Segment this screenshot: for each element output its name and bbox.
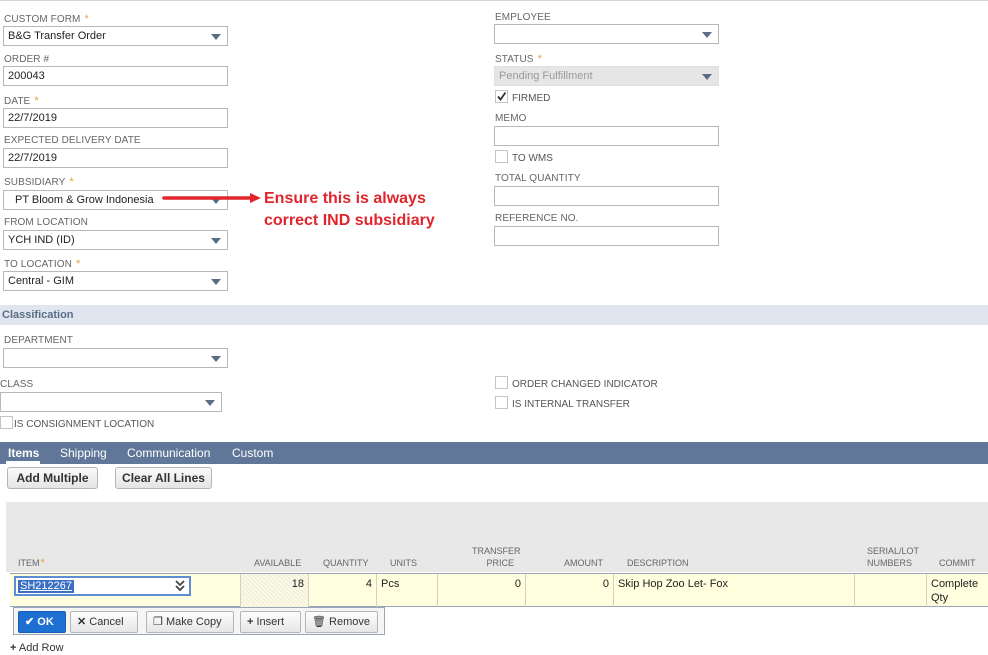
add-row-link[interactable]: + Add Row: [10, 642, 64, 654]
from-location-label: FROM LOCATION: [4, 217, 88, 228]
col-header-amount[interactable]: AMOUNT: [564, 557, 603, 569]
chevron-down-icon: [211, 279, 221, 285]
insert-button[interactable]: + Insert: [240, 611, 301, 633]
total-quantity-field[interactable]: [494, 186, 719, 206]
col-header-commit[interactable]: COMMIT: [939, 557, 976, 569]
col-header-units[interactable]: UNITS: [390, 557, 417, 569]
order-no-label: ORDER #: [4, 54, 50, 65]
order-no-field[interactable]: 200043: [3, 66, 228, 86]
chevron-down-icon: [211, 356, 221, 362]
description-cell[interactable]: Skip Hop Zoo Let- Fox: [614, 574, 855, 607]
chevron-down-icon: [205, 400, 215, 406]
col-header-item[interactable]: ITEM*: [18, 557, 45, 569]
units-cell[interactable]: Pcs: [377, 574, 438, 607]
serial-lot-cell[interactable]: [855, 574, 927, 607]
employee-select[interactable]: [494, 24, 719, 44]
col-header-transfer-price[interactable]: TRANSFER PRICE: [472, 545, 521, 569]
memo-label: MEMO: [495, 113, 527, 124]
add-multiple-button[interactable]: Add Multiple: [7, 467, 98, 489]
firmed-checkbox[interactable]: [495, 90, 508, 103]
row-action-bar: ✔ OK ✕ Cancel ❐ Make Copy + Insert 🗑 Rem…: [13, 607, 385, 635]
consignment-checkbox[interactable]: [0, 416, 13, 429]
amount-cell: 0: [526, 574, 614, 607]
employee-label: EMPLOYEE: [495, 12, 551, 23]
close-icon: ✕: [77, 616, 87, 628]
copy-icon: ❐: [153, 616, 163, 628]
reference-no-label: REFERENCE NO.: [495, 213, 579, 224]
expected-delivery-label: EXPECTED DELIVERY DATE: [4, 135, 141, 146]
classification-section-header[interactable]: Classification: [0, 305, 988, 325]
reference-no-field[interactable]: [494, 226, 719, 246]
col-header-serial-lot[interactable]: SERIAL/LOT NUMBERS: [867, 545, 919, 569]
subsidiary-label: SUBSIDIARY *: [4, 176, 74, 188]
checkmark-icon: [497, 91, 507, 101]
custom-form-label: CUSTOM FORM *: [4, 13, 89, 25]
item-value: SH212267: [18, 580, 74, 593]
clear-all-lines-button[interactable]: Clear All Lines: [115, 467, 212, 489]
chevron-down-icon: [702, 74, 712, 80]
total-quantity-label: TOTAL QUANTITY: [495, 173, 581, 184]
transfer-price-cell[interactable]: 0: [438, 574, 526, 607]
internal-transfer-label: IS INTERNAL TRANSFER: [512, 399, 630, 410]
internal-transfer-checkbox[interactable]: [495, 396, 508, 409]
class-select[interactable]: [0, 392, 222, 412]
firmed-label: FIRMED: [512, 93, 551, 104]
chevron-down-icon: [211, 34, 221, 40]
custom-form-select[interactable]: B&G Transfer Order: [3, 26, 228, 46]
available-cell: 18: [241, 574, 309, 607]
item-input[interactable]: SH212267: [14, 576, 191, 596]
commit-cell[interactable]: Complete Qty: [927, 574, 988, 607]
class-label: CLASS: [0, 379, 34, 390]
status-label: STATUS *: [495, 53, 542, 65]
to-wms-label: TO WMS: [512, 153, 553, 164]
order-changed-label: ORDER CHANGED INDICATOR: [512, 379, 658, 390]
department-select[interactable]: [3, 348, 228, 368]
cancel-button[interactable]: ✕ Cancel: [70, 611, 138, 633]
tab-shipping[interactable]: Shipping: [60, 446, 107, 460]
date-field[interactable]: 22/7/2019: [3, 108, 228, 128]
col-header-available[interactable]: AVAILABLE: [254, 557, 301, 569]
plus-icon: +: [247, 616, 254, 628]
to-location-label: TO LOCATION *: [4, 258, 81, 270]
make-copy-button[interactable]: ❐ Make Copy: [146, 611, 234, 633]
chevron-down-icon: [702, 32, 712, 38]
tab-communication[interactable]: Communication: [127, 446, 210, 460]
to-location-select[interactable]: Central - GIM: [3, 271, 228, 291]
from-location-select[interactable]: YCH IND (ID): [3, 230, 228, 250]
annotation-arrow-icon: [162, 193, 261, 203]
status-select: Pending Fulfillment: [494, 66, 719, 86]
date-label: DATE *: [4, 95, 39, 107]
col-header-quantity[interactable]: QUANTITY: [323, 557, 369, 569]
consignment-label: IS CONSIGNMENT LOCATION: [14, 419, 155, 430]
double-chevron-down-icon[interactable]: [175, 580, 185, 592]
active-tab-indicator: [6, 461, 40, 464]
quantity-cell[interactable]: 4: [309, 574, 377, 607]
section-title: Classification: [2, 309, 74, 321]
annotation-note: Ensure this is always correct IND subsid…: [264, 190, 435, 229]
department-label: DEPARTMENT: [4, 335, 73, 346]
to-wms-checkbox[interactable]: [495, 150, 508, 163]
chevron-down-icon: [211, 238, 221, 244]
remove-button[interactable]: 🗑 Remove: [305, 611, 378, 633]
trash-icon: 🗑: [312, 616, 326, 628]
expected-delivery-field[interactable]: 22/7/2019: [3, 148, 228, 168]
tab-items[interactable]: Items: [8, 446, 39, 460]
order-changed-checkbox[interactable]: [495, 376, 508, 389]
subtab-bar: Items Shipping Communication Custom: [0, 442, 988, 464]
ok-button[interactable]: ✔ OK: [18, 611, 66, 633]
memo-field[interactable]: [494, 126, 719, 146]
tab-custom[interactable]: Custom: [232, 446, 273, 460]
top-divider: [0, 0, 988, 1]
check-icon: ✔: [25, 616, 35, 628]
col-header-description[interactable]: DESCRIPTION: [627, 557, 689, 569]
plus-icon: +: [10, 642, 17, 654]
